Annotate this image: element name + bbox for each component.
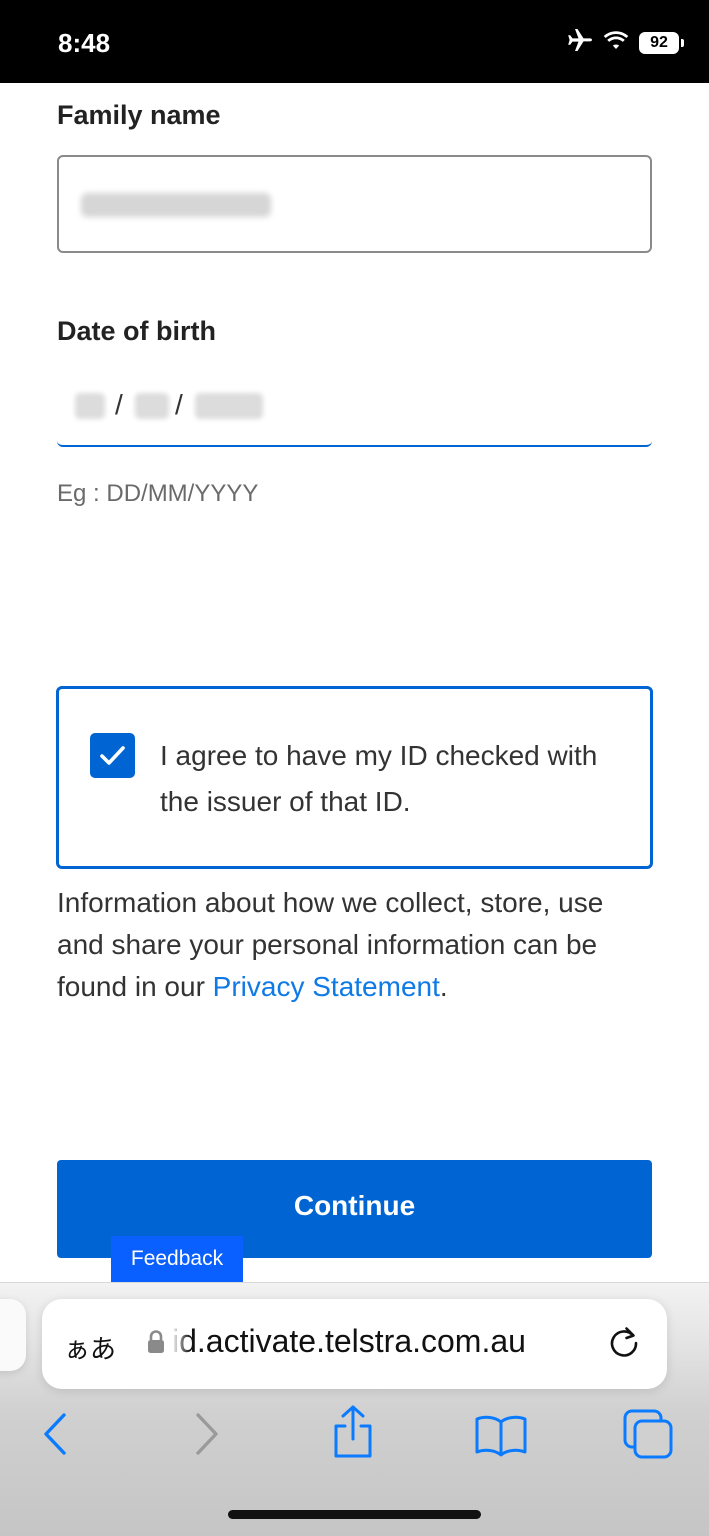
home-indicator[interactable] bbox=[228, 1510, 481, 1519]
url-text[interactable]: id.activate.telstra.com.au bbox=[172, 1323, 602, 1360]
consent-text: I agree to have my ID checked with the i… bbox=[160, 740, 598, 817]
family-name-label: Family name bbox=[57, 100, 221, 130]
status-icons: 92 bbox=[567, 28, 684, 57]
privacy-info-period: . bbox=[439, 971, 448, 1002]
forward-icon[interactable] bbox=[192, 1410, 222, 1463]
back-icon[interactable] bbox=[40, 1410, 70, 1463]
dob-separator: / bbox=[175, 389, 183, 420]
reload-icon[interactable] bbox=[604, 1323, 644, 1368]
dob-day-redacted bbox=[75, 393, 105, 419]
battery-indicator: 92 bbox=[639, 31, 684, 54]
url-fade bbox=[172, 1319, 190, 1367]
privacy-statement-link[interactable]: Privacy Statement bbox=[213, 971, 440, 1002]
consent-box[interactable]: I agree to have my ID checked with the i… bbox=[56, 686, 653, 869]
feedback-tab[interactable]: Feedback bbox=[111, 1236, 243, 1282]
dob-input[interactable]: / / bbox=[57, 375, 652, 447]
status-time: 8:48 bbox=[58, 28, 111, 58]
privacy-info: Information about how we collect, store,… bbox=[57, 882, 657, 1008]
bookmarks-icon[interactable] bbox=[474, 1414, 528, 1463]
family-name-redacted-value bbox=[81, 193, 271, 217]
page-settings-button[interactable]: ぁあ bbox=[64, 1329, 116, 1366]
status-bar: 8:48 92 bbox=[0, 0, 709, 83]
dob-month-redacted bbox=[135, 393, 169, 419]
dob-year-redacted bbox=[195, 393, 263, 419]
consent-checkbox[interactable] bbox=[90, 733, 135, 778]
checkmark-icon bbox=[100, 746, 125, 765]
wifi-icon bbox=[603, 30, 629, 55]
tabs-icon[interactable] bbox=[622, 1408, 674, 1465]
airplane-icon bbox=[567, 28, 593, 57]
address-bar[interactable]: ぁあ id.activate.telstra.com.au bbox=[42, 1299, 667, 1389]
dob-label: Date of birth bbox=[57, 316, 216, 346]
dob-hint: Eg : DD/MM/YYYY bbox=[57, 480, 259, 507]
share-icon[interactable] bbox=[330, 1404, 376, 1465]
dob-separator: / bbox=[115, 389, 123, 420]
lock-icon bbox=[146, 1329, 166, 1360]
family-name-input[interactable] bbox=[57, 155, 652, 253]
previous-tab-preview[interactable] bbox=[0, 1299, 26, 1371]
